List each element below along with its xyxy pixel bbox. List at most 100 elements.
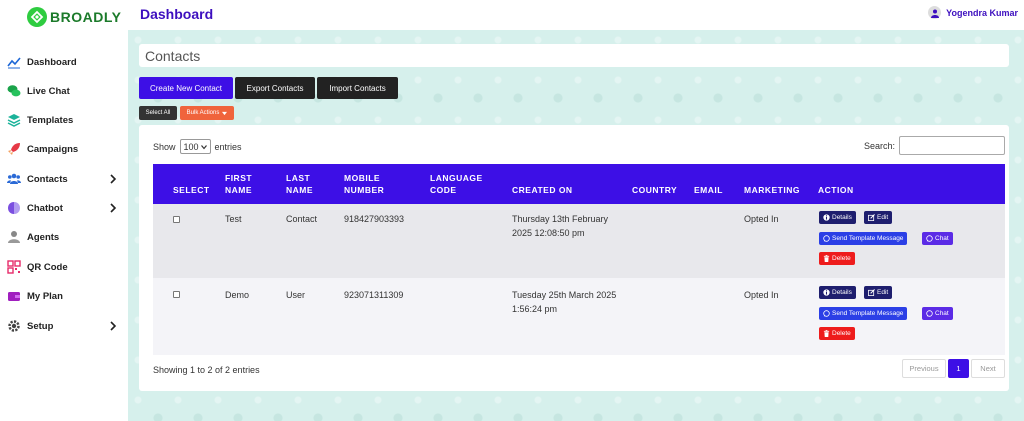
details-label: Details: [832, 214, 852, 221]
gear-icon: [6, 319, 22, 333]
sidebar-item-chatbot[interactable]: Chatbot: [6, 198, 122, 218]
column-header-email[interactable]: EMAIL: [694, 184, 723, 196]
sidebar-item-label: Dashboard: [27, 56, 77, 68]
sidebar-item-label: Templates: [27, 114, 74, 126]
pagination-previous[interactable]: Previous: [902, 359, 946, 378]
cell-mobile-number: 918427903393: [344, 214, 405, 224]
agent-icon: [6, 230, 22, 244]
sidebar-item-qr-code[interactable]: QR Code: [6, 257, 122, 277]
sidebar-item-campaigns[interactable]: Campaigns: [6, 139, 122, 159]
chat-button[interactable]: Chat: [922, 307, 953, 320]
details-button[interactable]: Details: [819, 211, 856, 224]
broadly-logo-icon: [27, 7, 47, 27]
search-control: Search:: [864, 136, 1005, 155]
pagination: Previous 1 Next: [902, 359, 1005, 378]
cell-created-on-time: 1:56:24 pm: [512, 304, 558, 314]
qr-code-icon: [6, 260, 22, 274]
wallet-icon: [6, 289, 22, 303]
delete-label: Delete: [832, 330, 851, 337]
whatsapp-icon: [926, 235, 933, 242]
details-label: Details: [832, 289, 852, 296]
sidebar: BROADLY Dashboard Live Chat Templates Ca…: [0, 0, 128, 421]
sidebar-item-label: My Plan: [27, 290, 63, 302]
chevron-right-icon: [110, 321, 117, 331]
brand-name: BROADLY: [50, 9, 122, 25]
column-header-country[interactable]: COUNTRY: [632, 184, 677, 196]
show-label: Show: [153, 141, 176, 152]
caret-down-icon: [222, 111, 228, 115]
sidebar-item-dashboard[interactable]: Dashboard: [6, 52, 122, 72]
bulk-actions-button[interactable]: Bulk Actions: [180, 106, 234, 120]
sidebar-item-label: Campaigns: [27, 143, 79, 155]
edit-icon: [868, 214, 875, 221]
create-contact-button[interactable]: Create New Contact: [139, 77, 233, 99]
user-name: Yogendra Kumar: [946, 7, 1018, 18]
top-bar: Dashboard Yogendra Kumar: [128, 0, 1024, 30]
trash-icon: [823, 255, 830, 262]
row-select-checkbox[interactable]: [173, 216, 180, 223]
export-contacts-button[interactable]: Export Contacts: [235, 77, 315, 99]
cell-last-name: Contact: [286, 214, 318, 224]
column-header-language-code[interactable]: LANGUAGE CODE: [430, 172, 490, 196]
column-header-created-on[interactable]: CREATED ON: [512, 184, 573, 196]
sidebar-item-my-plan[interactable]: My Plan: [6, 286, 122, 306]
sidebar-item-setup[interactable]: Setup: [6, 316, 122, 336]
edit-label: Edit: [877, 289, 889, 296]
cell-marketing: Opted In: [744, 214, 779, 224]
details-button[interactable]: Details: [819, 286, 856, 299]
sidebar-item-label: Chatbot: [27, 202, 63, 214]
entries-label: entries: [214, 141, 242, 152]
sidebar-item-templates[interactable]: Templates: [6, 110, 122, 130]
sidebar-item-live-chat[interactable]: Live Chat: [6, 81, 122, 101]
table-info: Showing 1 to 2 of 2 entries: [153, 365, 260, 375]
pagination-page-1[interactable]: 1: [948, 359, 969, 378]
edit-button[interactable]: Edit: [864, 286, 893, 299]
cell-marketing: Opted In: [744, 290, 779, 300]
section-title: Contacts: [145, 48, 201, 64]
whatsapp-icon: [926, 310, 933, 317]
main-content: Contacts Create New Contact Export Conta…: [128, 30, 1024, 421]
column-header-first-name[interactable]: FIRST NAME: [225, 172, 263, 196]
user-menu[interactable]: Yogendra Kumar: [928, 6, 1018, 19]
cell-created-on-time: 2025 12:08:50 pm: [512, 228, 585, 238]
brain-icon: [6, 201, 22, 215]
sidebar-item-contacts[interactable]: Contacts: [6, 169, 122, 189]
section-header: Contacts: [139, 44, 1009, 67]
import-contacts-button[interactable]: Import Contacts: [317, 77, 398, 99]
column-header-marketing[interactable]: MARKETING: [744, 184, 800, 196]
chat-button[interactable]: Chat: [922, 232, 953, 245]
select-all-button[interactable]: Select All: [139, 106, 177, 120]
chevron-right-icon: [110, 203, 117, 213]
contacts-table-card: Show 100 entries Search: SELECT FIRST NA…: [139, 125, 1009, 391]
search-input[interactable]: [899, 136, 1005, 155]
chart-line-icon: [6, 55, 22, 69]
send-template-message-label: Send Template Message: [832, 235, 904, 242]
info-icon: [823, 289, 830, 296]
send-template-message-button[interactable]: Send Template Message: [819, 232, 908, 245]
chat-label: Chat: [935, 310, 949, 317]
sidebar-item-agents[interactable]: Agents: [6, 227, 122, 247]
page-length-select[interactable]: 100: [179, 139, 211, 154]
edit-button[interactable]: Edit: [864, 211, 893, 224]
pagination-next[interactable]: Next: [971, 359, 1005, 378]
send-template-message-label: Send Template Message: [832, 310, 904, 317]
table-row: Test Contact 918427903393 Thursday 13th …: [153, 204, 1005, 278]
user-avatar-icon: [928, 6, 942, 19]
delete-button[interactable]: Delete: [819, 252, 855, 265]
trash-icon: [823, 330, 830, 337]
delete-button[interactable]: Delete: [819, 327, 855, 340]
row-select-checkbox[interactable]: [173, 291, 180, 298]
column-header-last-name[interactable]: LAST NAME: [286, 172, 324, 196]
bulk-actions-label: Bulk Actions: [186, 110, 220, 116]
table-row: Demo User 923071311309 Tuesday 25th Marc…: [153, 278, 1005, 355]
column-header-action: ACTION: [818, 185, 854, 195]
brand-logo[interactable]: BROADLY: [27, 6, 121, 28]
search-label: Search:: [863, 140, 895, 151]
cell-mobile-number: 923071311309: [344, 290, 404, 300]
delete-label: Delete: [832, 255, 851, 262]
column-header-mobile-number[interactable]: MOBILE NUMBER: [344, 172, 394, 196]
column-header-select[interactable]: SELECT: [173, 184, 210, 196]
sidebar-item-label: Live Chat: [27, 85, 70, 97]
send-template-message-button[interactable]: Send Template Message: [819, 307, 908, 320]
cell-last-name: User: [286, 290, 306, 300]
